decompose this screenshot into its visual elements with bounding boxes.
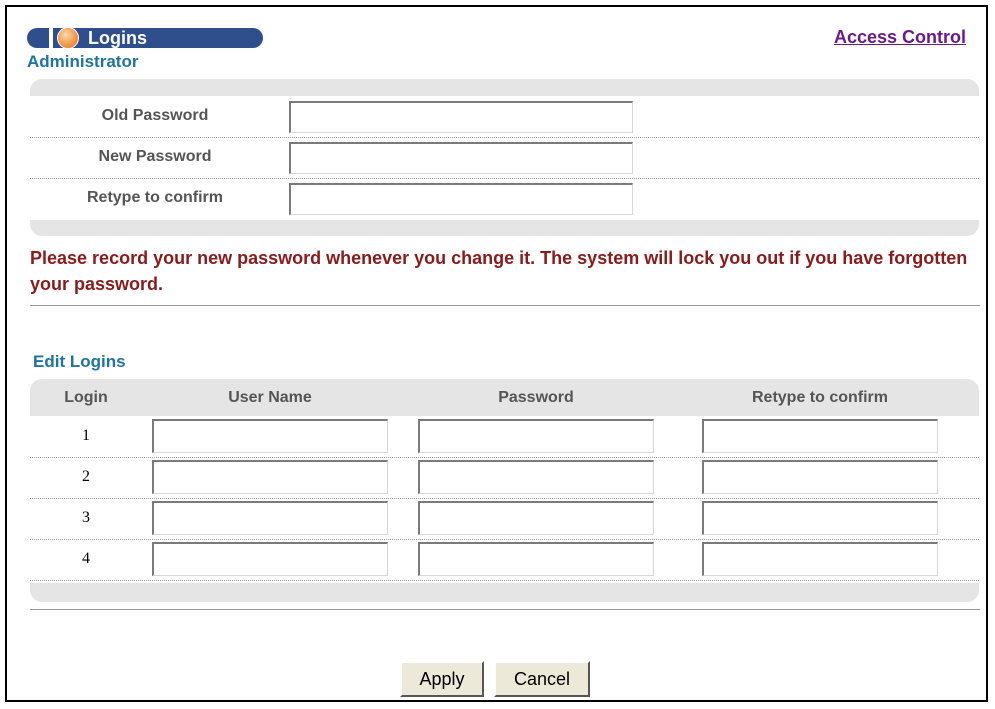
retype-password-input[interactable] xyxy=(289,183,633,215)
retype-input[interactable] xyxy=(702,419,938,453)
table-row: 2 xyxy=(30,457,979,499)
logins-table-body: 1 2 3 4 xyxy=(30,416,979,583)
page-frame: Logins Access Control Administrator Old … xyxy=(5,5,988,702)
new-password-row: New Password xyxy=(30,137,979,179)
access-control-link[interactable]: Access Control xyxy=(834,27,966,48)
user-name-input[interactable] xyxy=(152,460,388,494)
divider xyxy=(30,609,980,610)
administrator-section-title: Administrator xyxy=(27,52,139,71)
old-password-label: Old Password xyxy=(101,107,209,124)
password-input[interactable] xyxy=(418,460,654,494)
new-password-label: New Password xyxy=(98,148,212,165)
user-name-input[interactable] xyxy=(152,501,388,535)
login-number: 3 xyxy=(82,509,90,526)
banner-notch xyxy=(49,28,53,48)
retype-input[interactable] xyxy=(702,460,938,494)
divider xyxy=(30,305,980,306)
administrator-panel: Old Password New Password Retype to conf… xyxy=(30,79,979,236)
login-number: 2 xyxy=(82,468,90,485)
table-row: 3 xyxy=(30,498,979,540)
cancel-button[interactable]: Cancel xyxy=(494,661,590,697)
column-header-retype: Retype to confirm xyxy=(751,389,888,406)
page-title-banner: Logins xyxy=(27,27,263,49)
password-input[interactable] xyxy=(418,501,654,535)
table-row: 1 xyxy=(30,416,979,458)
edit-logins-panel: Login User Name Password Retype to confi… xyxy=(30,379,979,602)
password-input[interactable] xyxy=(418,419,654,453)
password-warning-text: Please record your new password whenever… xyxy=(30,248,968,294)
old-password-input[interactable] xyxy=(289,101,633,133)
edit-logins-section-title: Edit Logins xyxy=(33,352,126,371)
retype-input[interactable] xyxy=(702,501,938,535)
column-header-password: Password xyxy=(498,389,574,406)
user-name-input[interactable] xyxy=(152,419,388,453)
retype-password-label: Retype to confirm xyxy=(86,189,223,206)
logins-table-header: Login User Name Password Retype to confi… xyxy=(30,379,979,416)
user-name-input[interactable] xyxy=(152,542,388,576)
login-number: 1 xyxy=(82,427,90,444)
column-header-login: Login xyxy=(64,389,108,406)
apply-button[interactable]: Apply xyxy=(400,661,484,697)
table-row: 4 xyxy=(30,539,979,581)
orange-orb-icon xyxy=(57,27,79,49)
login-number: 4 xyxy=(82,550,90,567)
page-title: Logins xyxy=(88,28,147,48)
administrator-fields: Old Password New Password Retype to conf… xyxy=(30,96,979,220)
retype-input[interactable] xyxy=(702,542,938,576)
column-header-user-name: User Name xyxy=(228,389,312,406)
password-input[interactable] xyxy=(418,542,654,576)
old-password-row: Old Password xyxy=(30,96,979,138)
retype-password-row: Retype to confirm xyxy=(30,178,979,219)
new-password-input[interactable] xyxy=(289,142,633,174)
